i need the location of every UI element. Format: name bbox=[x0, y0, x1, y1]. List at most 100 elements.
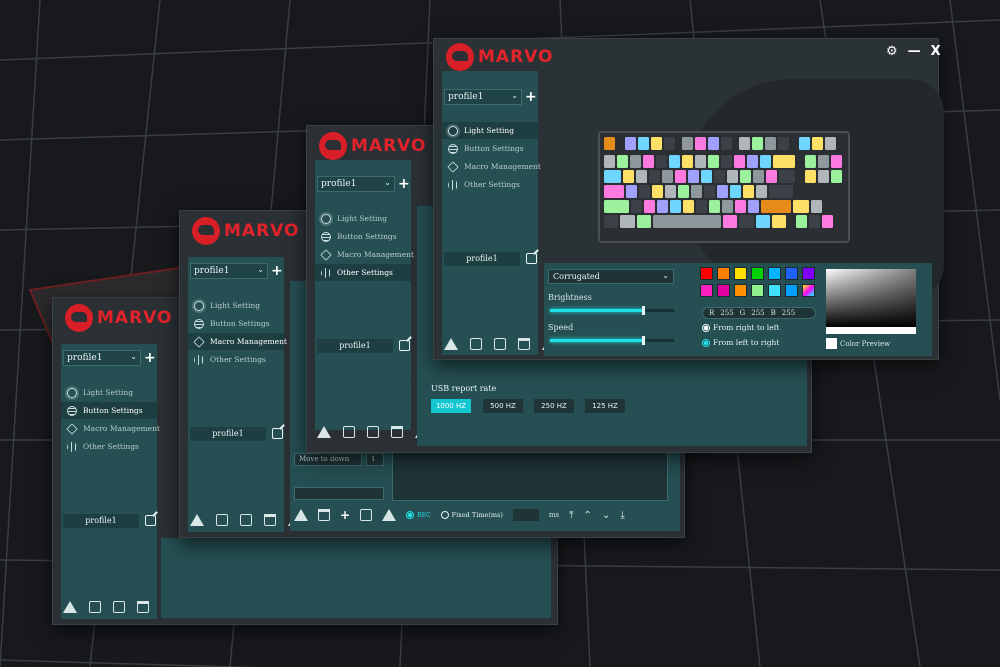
edit-icon[interactable] bbox=[526, 253, 537, 264]
menu-item-light-setting[interactable]: Light Setting bbox=[61, 384, 157, 401]
move-value-field[interactable]: 1 bbox=[366, 453, 384, 466]
close-icon[interactable]: X bbox=[931, 44, 941, 59]
macro-name-field[interactable] bbox=[294, 487, 384, 500]
move-to-down-button[interactable]: Move to down bbox=[294, 453, 362, 466]
color-swatch[interactable] bbox=[785, 267, 798, 280]
add-profile-button[interactable]: + bbox=[271, 264, 283, 278]
g-value[interactable]: 255 bbox=[751, 309, 764, 317]
color-swatch[interactable] bbox=[700, 284, 713, 297]
menu-item-button-settings[interactable]: Button Settings bbox=[315, 228, 411, 245]
keyboard-key bbox=[664, 185, 676, 198]
import-icon[interactable] bbox=[294, 509, 308, 521]
rgb-input[interactable]: R 255 G 255 B 255 bbox=[702, 307, 816, 319]
color-swatch[interactable] bbox=[700, 267, 713, 280]
edit-icon[interactable] bbox=[399, 340, 410, 351]
fixed-time-option[interactable]: Fixed Time(ms) bbox=[440, 511, 503, 519]
menu-item-macro-management[interactable]: Macro Management bbox=[61, 420, 160, 437]
add-profile-button[interactable]: + bbox=[525, 90, 537, 104]
menu-item-button-settings[interactable]: Button Settings bbox=[188, 315, 284, 332]
add-icon[interactable]: + bbox=[340, 508, 350, 522]
trash-icon[interactable] bbox=[137, 601, 149, 613]
profile-select[interactable]: profile1 ⌄ bbox=[190, 263, 268, 279]
add-profile-button[interactable]: + bbox=[398, 177, 410, 191]
menu-item-macro-management[interactable]: Macro Management bbox=[442, 158, 541, 175]
direction-left-to-right[interactable]: From left to right bbox=[702, 338, 779, 347]
export-icon[interactable] bbox=[216, 514, 228, 526]
usb-rate-125[interactable]: 125 HZ bbox=[585, 399, 625, 413]
color-picker-gradient[interactable] bbox=[826, 269, 916, 327]
color-swatch[interactable] bbox=[768, 267, 781, 280]
speed-slider[interactable] bbox=[550, 336, 674, 345]
menu-item-macro-management[interactable]: Macro Management bbox=[315, 246, 414, 263]
custom-color-swatch[interactable] bbox=[802, 284, 815, 297]
export-icon[interactable] bbox=[343, 426, 355, 438]
menu-item-macro-management[interactable]: Macro Management bbox=[188, 333, 287, 350]
menu-item-other-settings[interactable]: Other Settings bbox=[61, 438, 157, 455]
reset-icon[interactable] bbox=[382, 509, 397, 521]
menu-item-other-settings[interactable]: Other Settings bbox=[315, 264, 411, 281]
trash-icon[interactable] bbox=[318, 509, 330, 521]
color-swatch[interactable] bbox=[768, 284, 781, 297]
copy-icon[interactable] bbox=[367, 426, 379, 438]
trash-icon[interactable] bbox=[518, 338, 530, 350]
trash-icon[interactable] bbox=[391, 426, 403, 438]
direction-right-to-left[interactable]: From right to left bbox=[702, 323, 779, 332]
keyboard-key bbox=[771, 215, 787, 228]
trash-icon[interactable] bbox=[264, 514, 276, 526]
edit-icon[interactable] bbox=[272, 428, 283, 439]
menu-item-other-settings[interactable]: Other Settings bbox=[442, 176, 538, 193]
usb-rate-250[interactable]: 250 HZ bbox=[534, 399, 574, 413]
fixed-time-input[interactable] bbox=[512, 509, 539, 521]
import-icon[interactable] bbox=[444, 338, 458, 350]
color-swatch[interactable] bbox=[717, 267, 730, 280]
color-swatch[interactable] bbox=[751, 267, 764, 280]
r-value[interactable]: 255 bbox=[720, 309, 733, 317]
usb-rate-1000[interactable]: 1000 HZ bbox=[431, 399, 471, 413]
color-swatch[interactable] bbox=[734, 267, 747, 280]
minimize-icon[interactable]: — bbox=[908, 44, 921, 59]
menu-item-light-setting[interactable]: Light Setting bbox=[442, 122, 538, 139]
import-icon[interactable] bbox=[190, 514, 204, 526]
export-icon[interactable] bbox=[89, 601, 101, 613]
color-swatch[interactable] bbox=[785, 284, 798, 297]
profile-select-value: profile1 bbox=[448, 92, 484, 102]
b-value[interactable]: 255 bbox=[782, 309, 795, 317]
profile-select[interactable]: profile1 ⌄ bbox=[317, 176, 395, 192]
color-swatch[interactable] bbox=[751, 284, 764, 297]
move-bottom-icon[interactable]: ⤓ bbox=[620, 510, 624, 521]
copy-icon[interactable] bbox=[494, 338, 506, 350]
menu-item-light-setting[interactable]: Light Setting bbox=[315, 210, 411, 227]
keyboard-row bbox=[604, 170, 844, 183]
move-top-icon[interactable]: ⤒ bbox=[569, 510, 573, 521]
macro-events-list[interactable] bbox=[392, 445, 668, 501]
usb-rate-500[interactable]: 500 HZ bbox=[483, 399, 523, 413]
add-profile-button[interactable]: + bbox=[144, 351, 156, 365]
export-icon[interactable] bbox=[470, 338, 482, 350]
copy-icon[interactable] bbox=[113, 601, 125, 613]
import-icon[interactable] bbox=[317, 426, 331, 438]
menu-item-light-setting[interactable]: Light Setting bbox=[188, 297, 284, 314]
profile-select[interactable]: profile1 ⌄ bbox=[63, 350, 141, 366]
menu-item-label: Light Setting bbox=[464, 126, 515, 135]
profile-select[interactable]: profile1 ⌄ bbox=[444, 89, 522, 105]
speed-slider-handle[interactable] bbox=[642, 336, 645, 345]
edit-icon[interactable] bbox=[360, 509, 373, 521]
rec-option[interactable]: REC bbox=[406, 511, 431, 519]
gear-icon[interactable]: ⚙ bbox=[886, 44, 898, 59]
move-down-icon[interactable]: ⌄ bbox=[602, 510, 610, 521]
move-up-icon[interactable]: ⌃ bbox=[584, 510, 592, 521]
menu-item-button-settings[interactable]: Button Settings bbox=[442, 140, 538, 157]
copy-icon[interactable] bbox=[240, 514, 252, 526]
brightness-slider-handle[interactable] bbox=[642, 306, 645, 315]
profile-select-value: profile1 bbox=[321, 179, 357, 189]
menu-item-other-settings[interactable]: Other Settings bbox=[188, 351, 284, 368]
brightness-slider[interactable] bbox=[550, 306, 674, 315]
menu-item-button-settings[interactable]: Button Settings bbox=[61, 402, 157, 419]
light-mode-select[interactable]: Corrugated ⌄ bbox=[548, 269, 674, 284]
color-swatch[interactable] bbox=[734, 284, 747, 297]
color-swatch[interactable] bbox=[717, 284, 730, 297]
color-swatch[interactable] bbox=[802, 267, 815, 280]
edit-icon[interactable] bbox=[145, 515, 156, 526]
import-icon[interactable] bbox=[63, 601, 77, 613]
keyboard-key bbox=[674, 170, 686, 183]
